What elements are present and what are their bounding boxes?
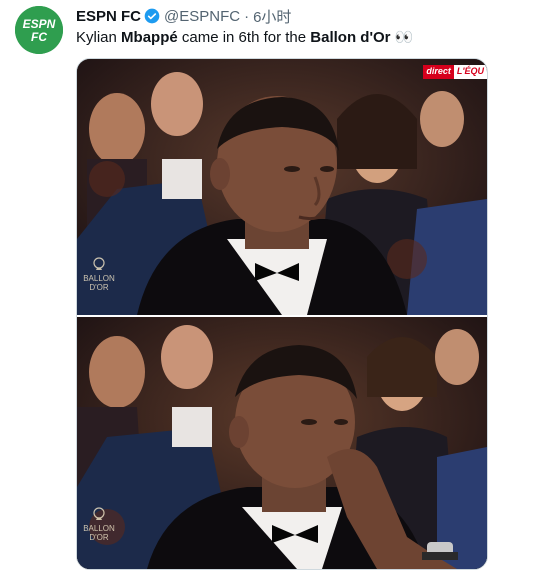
svg-text:FC: FC <box>31 30 47 44</box>
ballon-dor-trophy-icon <box>93 507 105 520</box>
espn-fc-logo-icon: ESPN FC <box>15 6 63 54</box>
account-name[interactable]: ESPN FC <box>76 8 141 25</box>
tweet-text-part: Kylian <box>76 29 122 46</box>
account-handle[interactable]: @ESPNFC <box>164 8 240 25</box>
tweet[interactable]: ESPN FC ESPN FC @ESPNFC · 6小时 Kylian Mba… <box>0 0 555 570</box>
verified-badge-icon <box>144 8 160 24</box>
eyes-emoji: 👀 <box>394 29 414 46</box>
badge-channel: L'ÉQU <box>453 65 487 79</box>
ballon-dor-watermark: BALLON D'OR <box>83 507 115 542</box>
svg-text:ESPN: ESPN <box>23 17 56 31</box>
watermark-text: BALLON D'OR <box>83 524 115 542</box>
photo-bottom[interactable]: BALLON D'OR <box>77 317 487 569</box>
photo-top-image <box>77 59 487 315</box>
watermark-text: BALLON D'OR <box>83 274 115 292</box>
badge-direct: direct <box>423 65 454 79</box>
tweet-media[interactable]: direct L'ÉQU BALLON D'OR BALLON D'OR <box>76 58 488 570</box>
tweet-header: ESPN FC @ESPNFC · 6小时 <box>76 6 291 26</box>
tweet-text: Kylian Mbappé came in 6th for the Ballon… <box>76 28 413 48</box>
ballon-dor-trophy-icon <box>93 257 105 270</box>
separator-dot: · <box>244 7 250 25</box>
photo-top[interactable]: direct L'ÉQU BALLON D'OR <box>77 59 487 315</box>
tweet-text-part: came in 6th for the <box>177 29 311 46</box>
timestamp[interactable]: 6小时 <box>253 6 291 27</box>
broadcaster-badge: direct L'ÉQU <box>423 65 487 79</box>
photo-bottom-image <box>77 317 487 569</box>
ballon-dor-watermark: BALLON D'OR <box>83 257 115 292</box>
tweet-text-bold: Mbappé <box>121 29 178 46</box>
avatar[interactable]: ESPN FC <box>15 6 63 54</box>
tweet-text-bold: Ballon d'Or <box>310 29 391 46</box>
